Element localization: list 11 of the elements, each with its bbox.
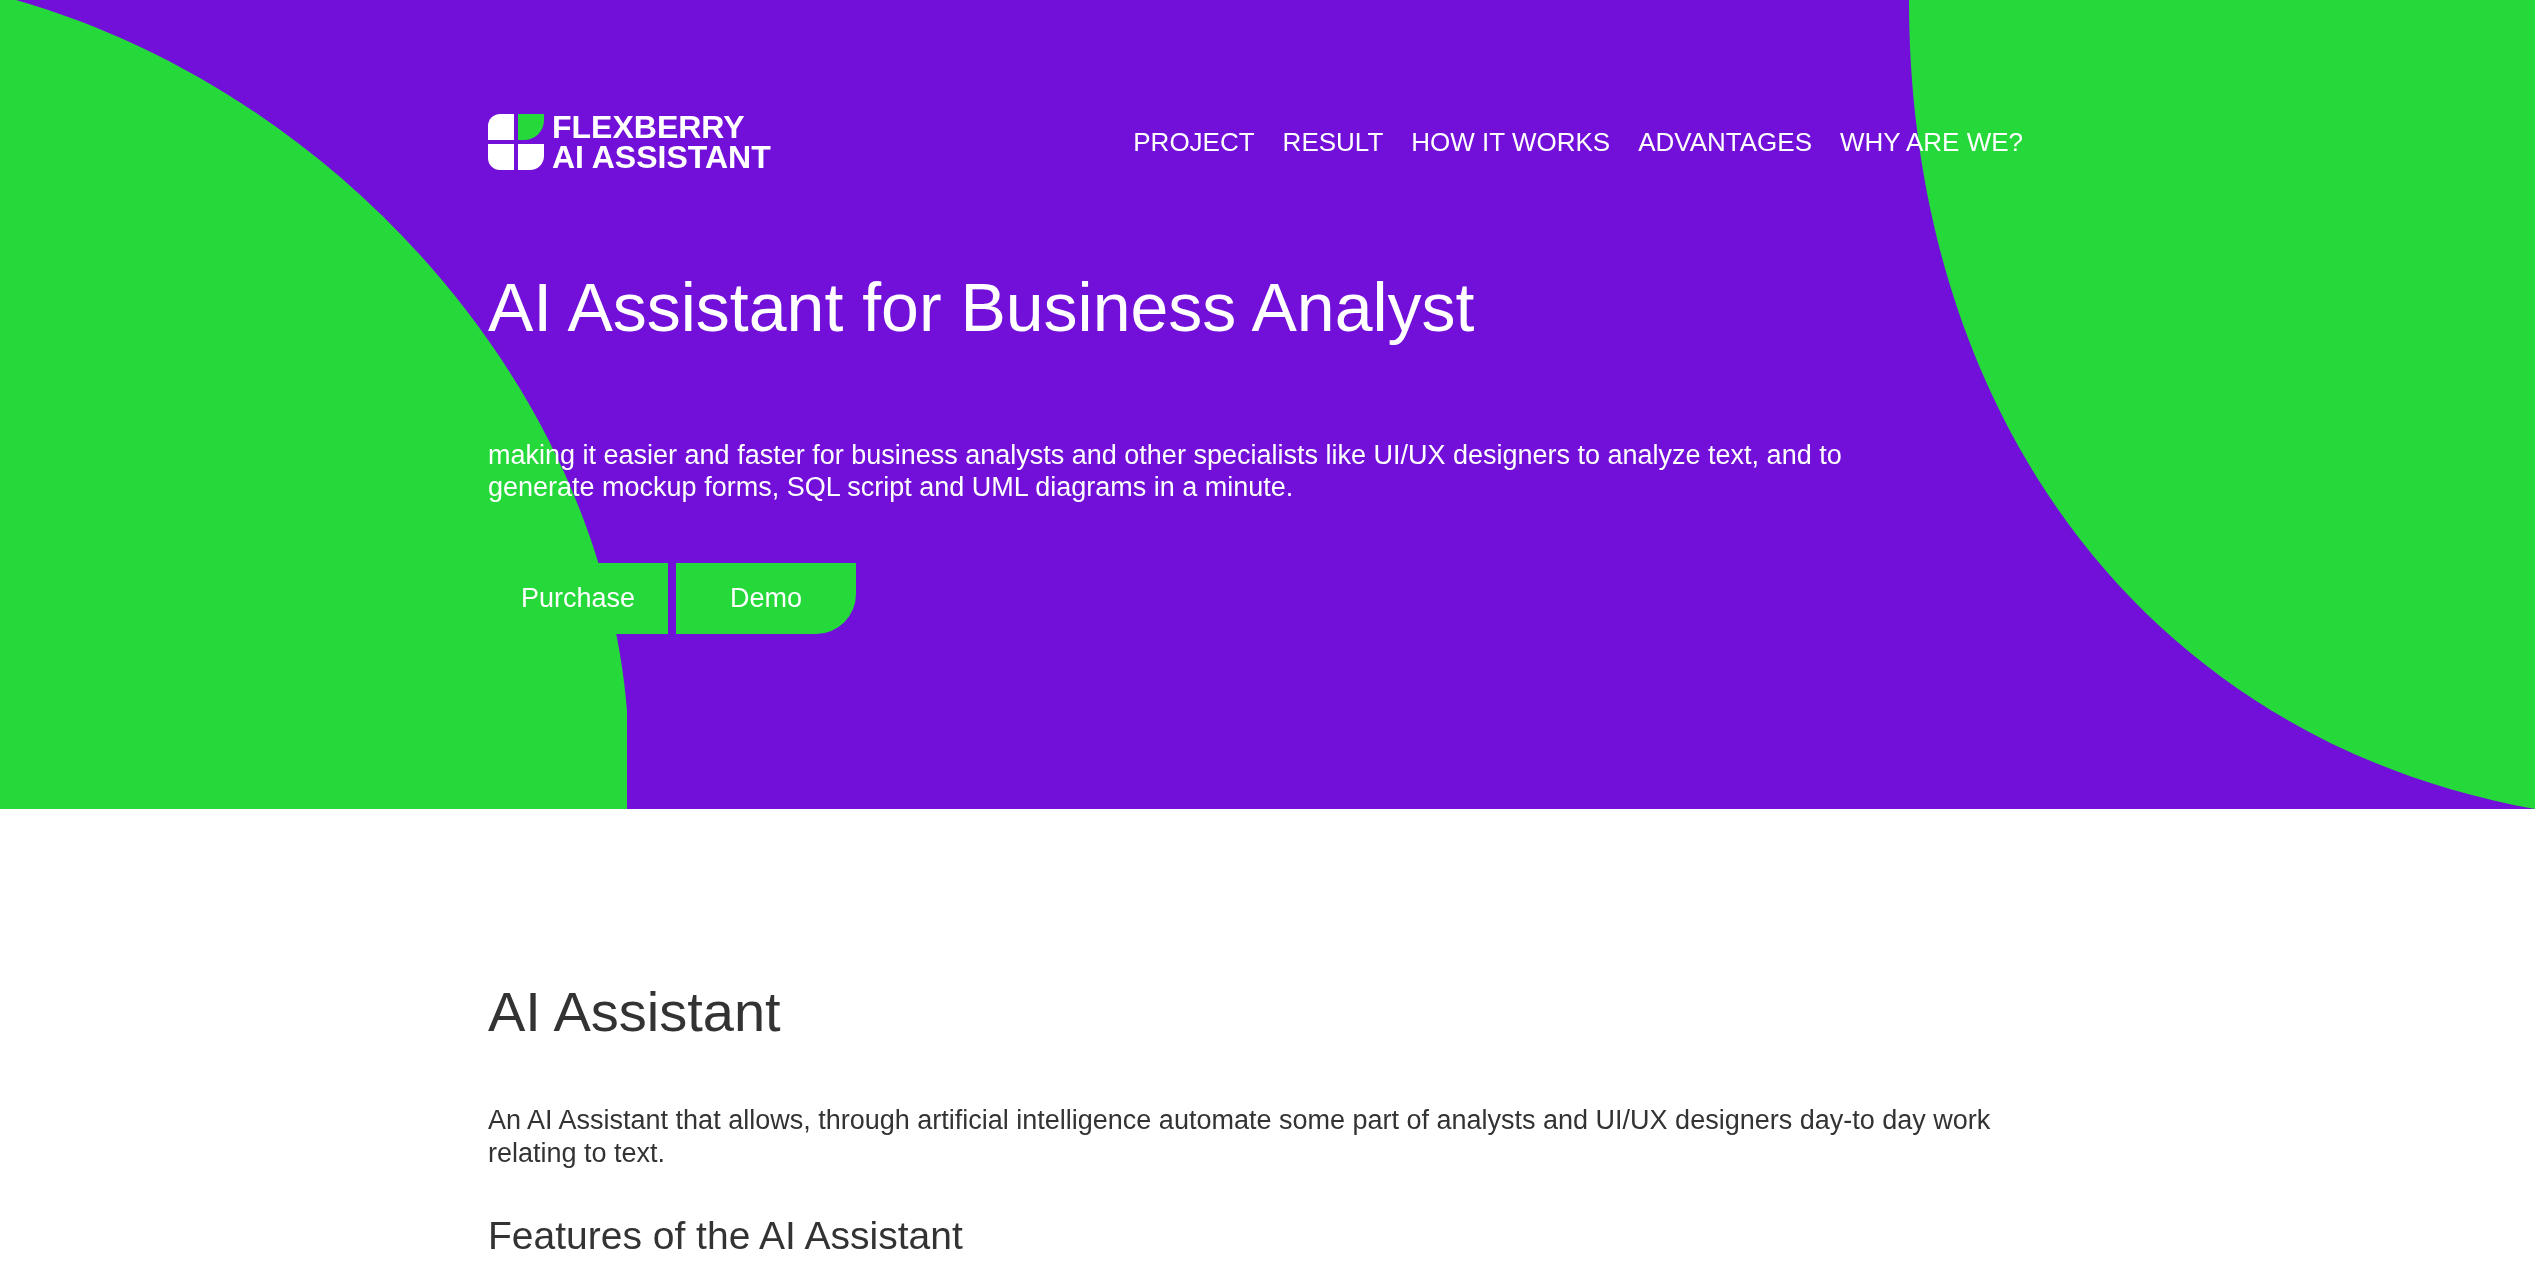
nav-link[interactable]: HOW IT WORKS	[1411, 126, 1611, 158]
section-title: AI Assistant	[488, 979, 782, 1044]
logo-text: FLEXBERRY	[552, 112, 746, 142]
nav-link[interactable]: ADVANTAGES	[1638, 126, 1812, 158]
nav-link[interactable]: RESULT	[1282, 126, 1384, 158]
logo-icon	[488, 114, 544, 170]
section-subtitle: Features of the AI Assistant	[488, 1214, 964, 1258]
section-text: An AI Assistant that allows, through artificial intelligence automate some part of analysts and UI/UX designers day-to day work relating to text.	[488, 1104, 1992, 1170]
hero-title: AI Assistant for Business Analyst	[488, 268, 1476, 347]
nav-link[interactable]: PROJECT	[1133, 126, 1255, 158]
logo-text: AI ASSISTANT	[552, 142, 771, 172]
